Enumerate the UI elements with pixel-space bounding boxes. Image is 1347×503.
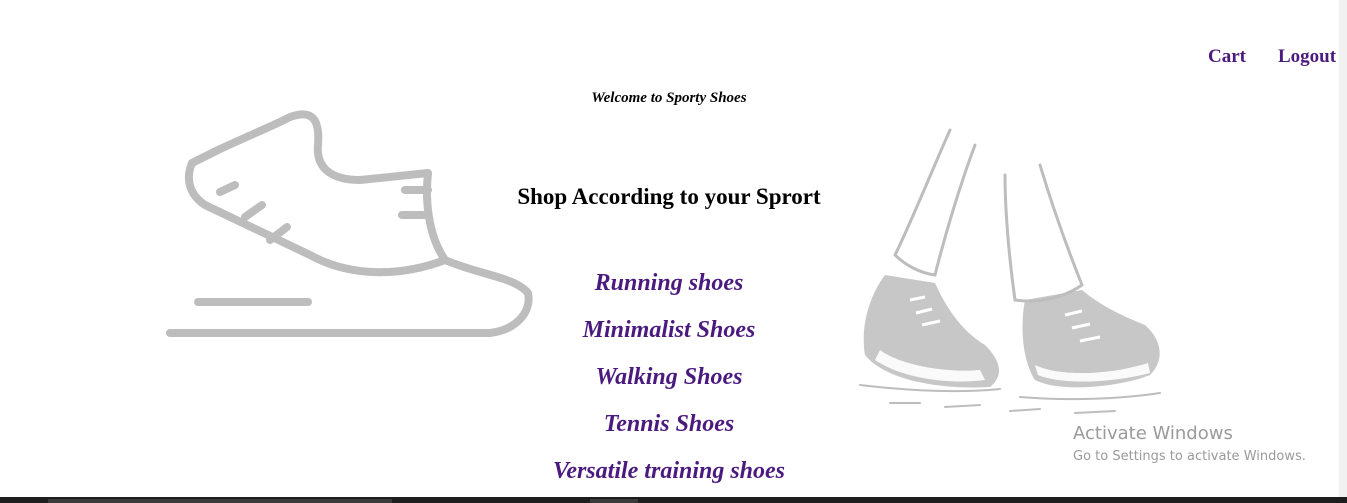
- walking-shoes-link[interactable]: Walking Shoes: [596, 364, 743, 390]
- versatile-training-shoes-link[interactable]: Versatile training shoes: [553, 458, 785, 484]
- list-item: Running shoes: [0, 266, 1338, 313]
- cart-link[interactable]: Cart: [1208, 46, 1246, 68]
- taskbar-strip: [0, 497, 1347, 503]
- taskbar-segment: [48, 499, 392, 503]
- watermark-title: Activate Windows: [1073, 423, 1233, 444]
- taskbar-segment: [590, 499, 638, 503]
- running-shoes-link[interactable]: Running shoes: [595, 270, 744, 296]
- list-item: Walking Shoes: [0, 360, 1338, 407]
- logout-link[interactable]: Logout: [1278, 46, 1336, 68]
- vertical-scrollbar[interactable]: [1339, 0, 1347, 497]
- page-heading: Shop According to your Sprort: [517, 184, 821, 209]
- activate-windows-watermark: Activate Windows Go to Settings to activ…: [1073, 423, 1306, 466]
- tennis-shoes-link[interactable]: Tennis Shoes: [604, 411, 735, 437]
- page: Cart Logout Welcome to Sporty Shoes Shop…: [0, 0, 1347, 503]
- minimalist-shoes-link[interactable]: Minimalist Shoes: [583, 317, 756, 343]
- watermark-subtitle: Go to Settings to activate Windows.: [1073, 449, 1306, 464]
- list-item: Minimalist Shoes: [0, 313, 1338, 360]
